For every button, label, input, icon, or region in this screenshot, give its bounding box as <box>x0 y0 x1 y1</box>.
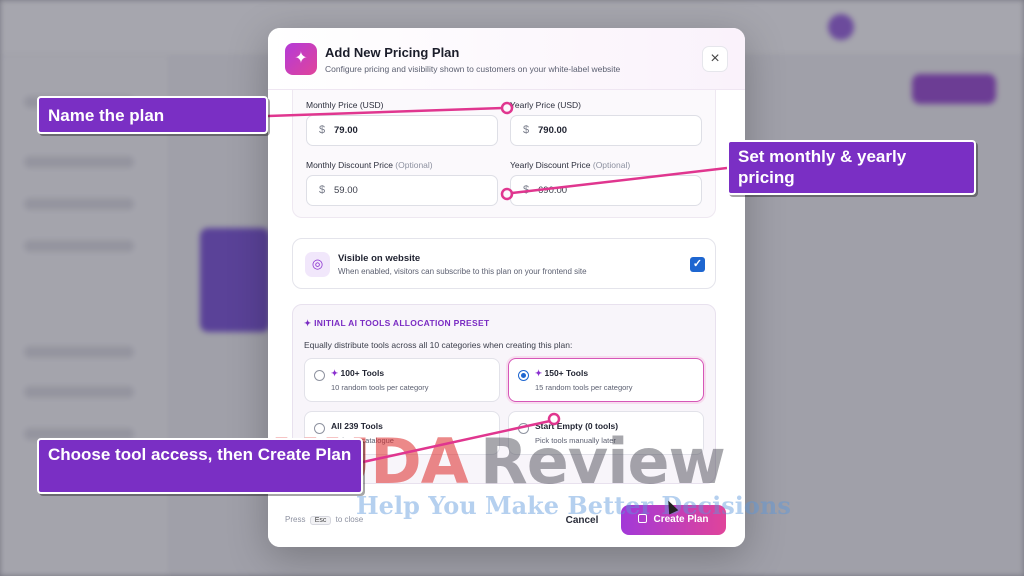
arrow-tip-tools <box>547 412 561 426</box>
arrow-pricing <box>511 166 728 195</box>
arrow-tip-name-plan <box>500 101 514 115</box>
callout-name-plan: Name the plan <box>37 96 268 134</box>
arrow-tip-pricing <box>500 187 514 201</box>
arrow-tools <box>362 419 551 464</box>
arrow-name-plan <box>267 106 504 118</box>
callout-set-pricing: Set monthly & yearly pricing <box>727 140 976 195</box>
callout-choose-tools: Choose tool access, then Create Plan <box>37 438 363 494</box>
